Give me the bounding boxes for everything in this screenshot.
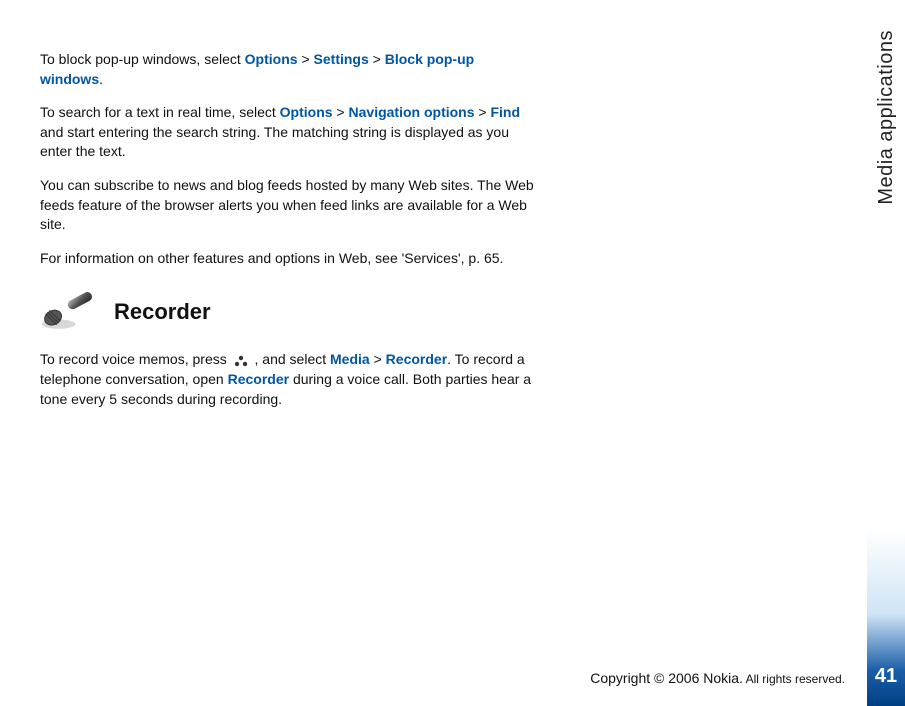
rights-text: All rights reserved.	[743, 672, 845, 686]
page-number: 41	[875, 665, 897, 688]
paragraph-services-ref: For information on other features and op…	[40, 249, 540, 269]
text: To block pop-up windows, select	[40, 51, 245, 67]
menu-path-find: Find	[490, 104, 520, 120]
menu-path-recorder: Recorder	[386, 351, 447, 367]
content-column: To block pop-up windows, select Options …	[40, 50, 540, 409]
app-recorder: Recorder	[228, 371, 289, 387]
menu-path-settings: Settings	[314, 51, 369, 67]
paragraph-web-feeds: You can subscribe to news and blog feeds…	[40, 176, 540, 235]
section-header-recorder: Recorder	[40, 292, 540, 332]
page: To block pop-up windows, select Options …	[0, 0, 905, 706]
paragraph-block-popups: To block pop-up windows, select Options …	[40, 50, 540, 89]
paragraph-recorder: To record voice memos, press , and selec…	[40, 350, 540, 409]
separator: >	[298, 51, 314, 67]
copyright-text: Copyright © 2006 Nokia.	[590, 670, 743, 686]
menu-path-navigation: Navigation options	[349, 104, 475, 120]
menu-path-options: Options	[245, 51, 298, 67]
text: .	[99, 71, 103, 87]
text: and start entering the search string. Th…	[40, 124, 509, 160]
side-tab: Media applications 41	[867, 0, 905, 706]
side-tab-label: Media applications	[875, 30, 898, 205]
separator: >	[333, 104, 349, 120]
heading-recorder: Recorder	[114, 297, 211, 328]
separator: >	[475, 104, 491, 120]
microphone-icon	[40, 292, 96, 332]
menu-path-options: Options	[280, 104, 333, 120]
text: , and select	[251, 351, 330, 367]
menu-key-icon	[233, 353, 249, 369]
text: To search for a text in real time, selec…	[40, 104, 280, 120]
separator: >	[370, 351, 386, 367]
menu-path-media: Media	[330, 351, 370, 367]
paragraph-search-text: To search for a text in real time, selec…	[40, 103, 540, 162]
footer: Copyright © 2006 Nokia. All rights reser…	[590, 670, 845, 686]
text: To record voice memos, press	[40, 351, 231, 367]
separator: >	[369, 51, 385, 67]
